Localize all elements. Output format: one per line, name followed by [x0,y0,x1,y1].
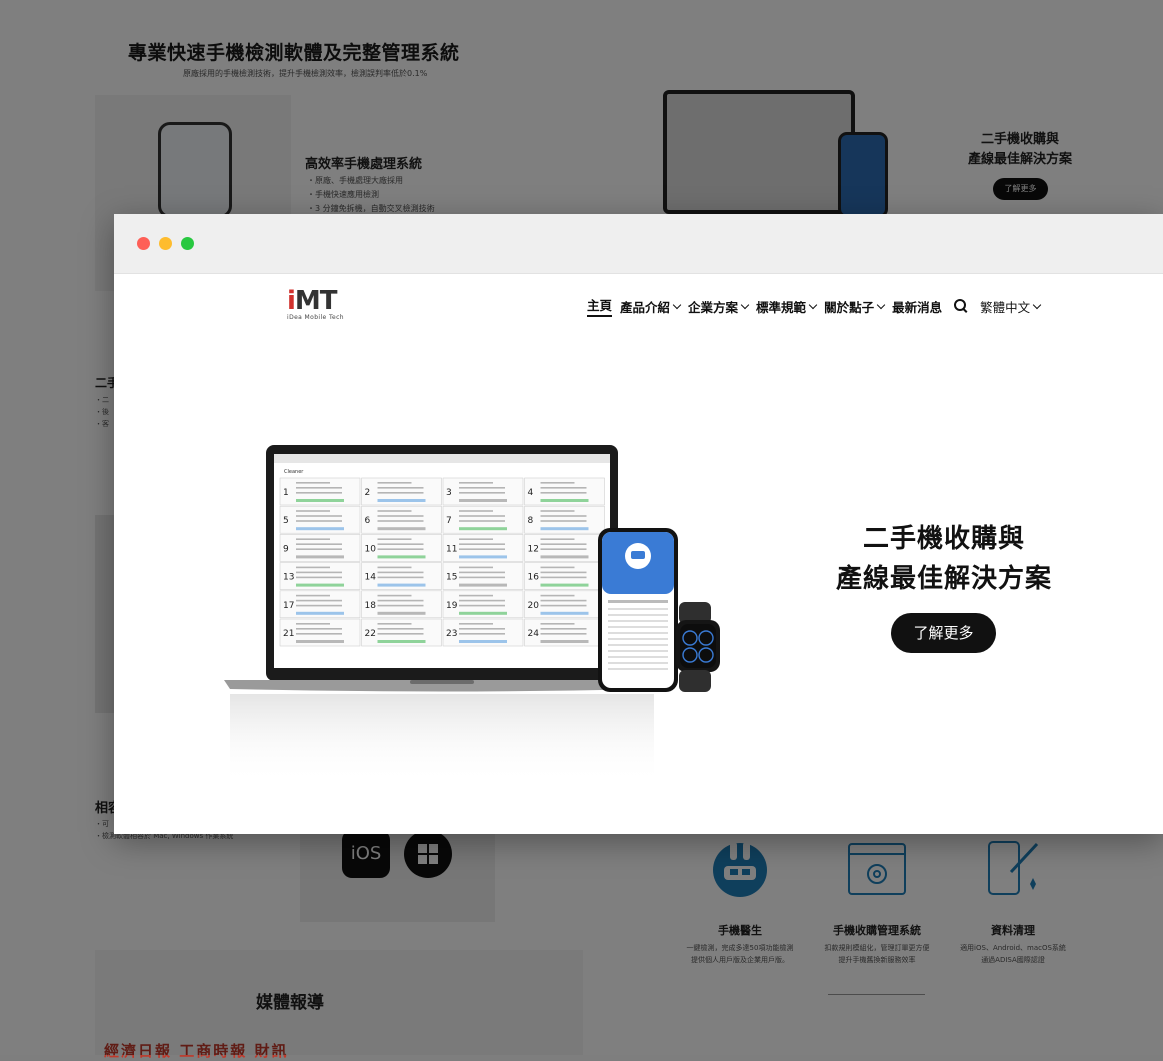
site-logo[interactable]: iMT iDea Mobile Tech [287,288,351,324]
minimize-window-button[interactable] [159,237,172,250]
device-slot: 6 [361,505,442,534]
device-slot: 22 [361,618,442,647]
hero-device-image: Cleaner 1 2 3 45 6 7 89 10 11 1213 14 15 1617 18 19 202… [224,445,720,784]
chevron-down-icon [1032,300,1042,309]
device-slot-number: 2 [365,488,371,498]
chevron-down-icon [876,300,886,309]
device-slot-number: 17 [283,601,294,611]
device-slot-number: 1 [283,488,289,498]
logo-tagline: iDea Mobile Tech [287,314,344,321]
nav-item-news[interactable]: 最新消息 [892,297,942,316]
device-slot: 20 [524,590,605,619]
nav-label: 標準規範 [756,299,807,315]
svg-text:Cleaner: Cleaner [284,469,304,475]
device-slot-number: 6 [365,516,371,526]
hero-title-line-2: 產線最佳解決方案 [835,564,1052,594]
hero-title-line-1: 二手機收購與 [862,524,1025,554]
device-slot-number: 5 [283,516,289,526]
window-titlebar[interactable] [114,214,1163,274]
device-slot: 18 [361,590,442,619]
nav-item-home[interactable]: 主頁 [587,295,613,317]
device-slot: 7 [442,505,524,534]
device-slot-number: 23 [446,629,457,639]
device-slot-number: 4 [528,488,534,498]
device-slot-number: 11 [446,544,457,554]
close-window-button[interactable] [137,237,150,250]
device-slot-number: 22 [365,629,376,639]
device-slot: 11 [442,534,524,562]
device-slot: 21 [279,618,361,647]
device-slot: 16 [524,562,605,590]
device-slot: 15 [442,562,524,590]
device-slot: 8 [524,505,605,534]
language-selector[interactable]: 繁體中文 [980,297,1042,316]
device-slot: 3 [442,477,524,506]
device-slot: 10 [361,534,442,562]
nav-item-products[interactable]: 產品介紹 [620,297,682,316]
device-slot-number: 7 [446,516,452,526]
language-label: 繁體中文 [980,299,1031,315]
maximize-window-button[interactable] [181,237,194,250]
nav-label: 企業方案 [688,299,739,315]
nav-item-standards[interactable]: 標準規範 [756,297,818,316]
device-slot-number: 21 [283,629,294,639]
device-slot: 4 [524,477,605,506]
nav-label: 最新消息 [892,299,943,315]
device-slot-number: 24 [528,629,540,639]
device-slot-number: 18 [365,601,377,611]
device-slot-number: 10 [365,544,377,554]
logo-mark: iMT [287,288,351,314]
device-slot: 9 [279,534,361,562]
device-slot-number: 13 [283,573,294,583]
search-icon[interactable] [954,299,968,313]
device-slot-number: 16 [528,573,540,583]
device-slot: 5 [279,505,361,534]
nav-label: 關於點子 [824,299,875,315]
device-slot: 23 [442,618,524,647]
nav-item-enterprise[interactable]: 企業方案 [688,297,750,316]
chevron-down-icon [672,300,682,309]
device-slot: 17 [279,590,361,619]
logo-mark-i: i [287,286,296,316]
main-nav: 主頁 產品介紹 企業方案 標準規範 關於點子 最新消息 繁體中文 [587,295,1048,317]
device-slot: 19 [442,590,524,619]
device-slot-number: 12 [528,544,539,554]
device-slot: 1 [279,477,361,506]
chevron-down-icon [808,300,818,309]
device-slot-number: 9 [283,544,289,554]
device-slot-number: 8 [528,516,534,526]
learn-more-button[interactable]: 了解更多 [891,613,996,653]
device-slot: 24 [524,618,605,647]
device-slot-number: 3 [446,488,452,498]
device-slot-number: 14 [365,573,377,583]
logo-mark-mt: MT [294,286,338,316]
device-slot-number: 15 [446,573,457,583]
device-slot-number: 20 [528,601,540,611]
device-slot: 2 [361,477,442,506]
chevron-down-icon [740,300,750,309]
device-slot-number: 19 [446,601,458,611]
nav-label: 主頁 [587,298,613,313]
device-slot: 13 [279,562,361,590]
device-slot: 14 [361,562,442,590]
device-slot: 12 [524,534,605,562]
nav-item-about[interactable]: 關於點子 [824,297,886,316]
nav-label: 產品介紹 [620,299,671,315]
hero-title: 二手機收購與 產線最佳解決方案 [814,519,1074,599]
browser-window: iMT iDea Mobile Tech 主頁 產品介紹 企業方案 標準規範 關… [114,214,1163,834]
